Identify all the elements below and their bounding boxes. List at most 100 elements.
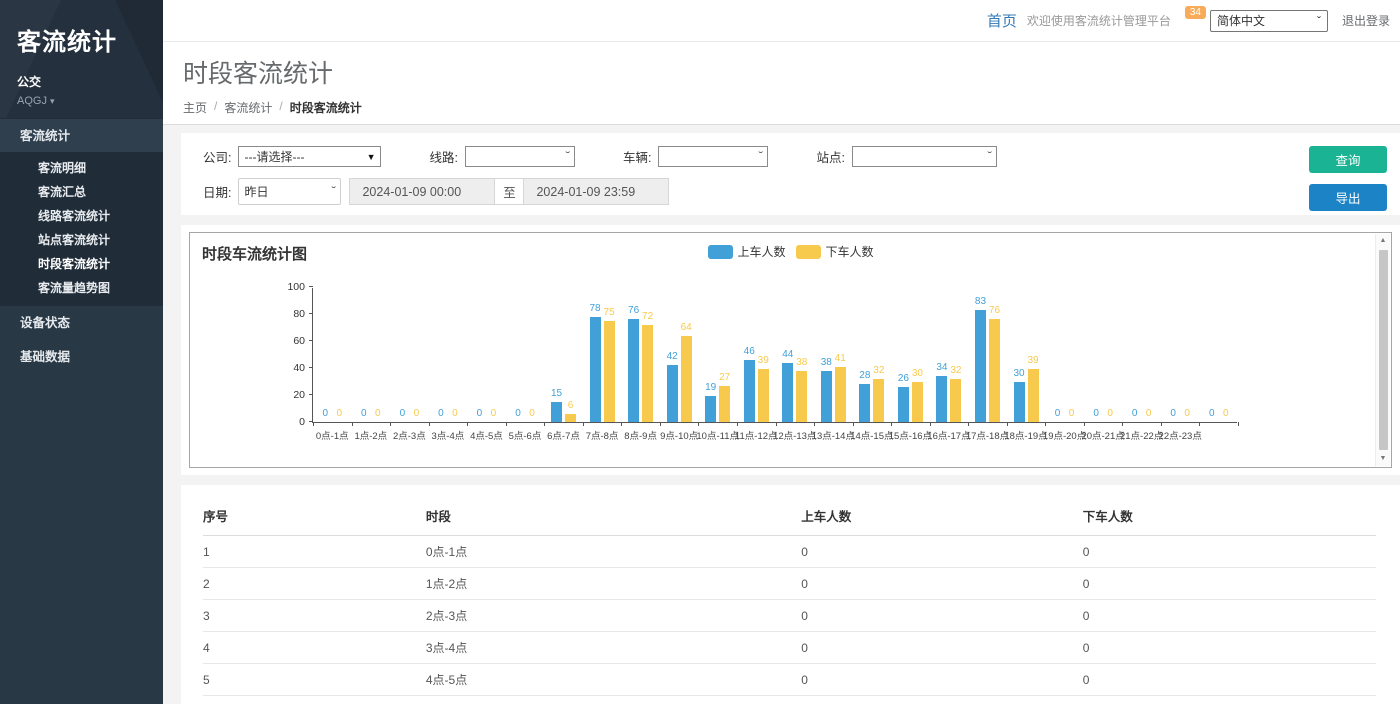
- route-select[interactable]: ˇ: [465, 146, 575, 167]
- breadcrumb: 主页 / 客流统计 / 时段客流统计: [183, 99, 1400, 116]
- search-button[interactable]: 查询: [1309, 146, 1387, 173]
- bar-boarding: [782, 363, 793, 422]
- welcome-text: 欢迎使用客流统计管理平台: [1027, 12, 1171, 29]
- caret-down-icon: ▼: [367, 152, 376, 162]
- sidebar-item-station-stats[interactable]: 站点客流统计: [0, 228, 163, 252]
- date-range-group: 2024-01-09 00:00 至 2024-01-09 23:59: [349, 178, 669, 205]
- breadcrumb-current: 时段客流统计: [290, 99, 362, 116]
- x-axis-category-label: 17点-18点: [966, 428, 1009, 442]
- breadcrumb-passenger-stats[interactable]: 客流统计: [224, 99, 272, 116]
- bar-boarding: [590, 317, 601, 422]
- x-axis-category-label: 5点-6点: [509, 428, 542, 442]
- chart-box: 时段车流统计图 上车人数下车人数 020406080100000点-1点001点…: [189, 232, 1392, 468]
- chart-legend: 上车人数下车人数: [707, 243, 873, 260]
- table-cell: 2: [203, 568, 426, 600]
- breadcrumb-home[interactable]: 主页: [183, 99, 207, 116]
- bar-alighting: [565, 414, 576, 422]
- scroll-up-icon[interactable]: ▲: [1380, 234, 1387, 248]
- user-menu[interactable]: AQGJ▾: [17, 95, 163, 107]
- x-axis-tick: [429, 422, 430, 426]
- sidebar-item-passenger-summary[interactable]: 客流汇总: [0, 180, 163, 204]
- bar-value-label: 27: [710, 372, 740, 383]
- scrollbar-thumb[interactable]: [1379, 250, 1388, 450]
- sidebar-item-passenger-detail[interactable]: 客流明细: [0, 156, 163, 180]
- chart-panel: 时段车流统计图 上车人数下车人数 020406080100000点-1点001点…: [181, 225, 1400, 475]
- date-preset-value: 昨日: [244, 183, 268, 200]
- x-axis-tick: [698, 422, 699, 426]
- x-axis-tick: [930, 422, 931, 426]
- sidebar-item-period-stats[interactable]: 时段客流统计: [0, 252, 163, 276]
- x-axis-tick: [1007, 422, 1008, 426]
- table-cell: 0: [801, 536, 1083, 568]
- station-select[interactable]: ˇ: [852, 146, 997, 167]
- vehicle-label: 车辆:: [623, 147, 651, 166]
- bar-boarding: [628, 319, 639, 422]
- x-axis-tick: [814, 422, 815, 426]
- page-title: 时段客流统计: [183, 54, 1400, 90]
- scroll-down-icon[interactable]: ▼: [1380, 452, 1387, 466]
- company-select[interactable]: ---请选择--- ▼: [238, 146, 381, 167]
- table-cell: 0: [1083, 568, 1376, 600]
- x-axis-tick: [390, 422, 391, 426]
- x-axis-category-label: 21点-22点: [1120, 428, 1163, 442]
- language-select[interactable]: 简体中文 ˇ: [1210, 10, 1328, 32]
- bar-value-label: 72: [633, 311, 663, 322]
- sidebar-item-base-data[interactable]: 基础数据: [0, 340, 163, 374]
- sidebar-item-passenger-stats[interactable]: 客流统计: [0, 118, 163, 152]
- sidebar-item-trend-chart[interactable]: 客流量趋势图: [0, 276, 163, 300]
- table-cell: 0: [1083, 632, 1376, 664]
- x-axis-category-label: 8点-9点: [624, 428, 657, 442]
- y-axis-tick-label: 0: [275, 416, 305, 428]
- date-label: 日期:: [203, 182, 231, 201]
- logout-link[interactable]: 退出登录: [1342, 12, 1390, 29]
- legend-swatch-icon: [707, 245, 732, 259]
- chart-title: 时段车流统计图: [202, 243, 307, 264]
- x-axis-tick: [891, 422, 892, 426]
- x-axis-tick: [583, 422, 584, 426]
- table-cell: 0: [1083, 536, 1376, 568]
- bar-value-label: 6: [556, 400, 586, 411]
- table-cell: 1点-2点: [426, 568, 801, 600]
- x-axis-category-label: 6点-7点: [547, 428, 580, 442]
- x-axis-category-label: 14点-15点: [850, 428, 893, 442]
- x-axis-category-label: 16点-17点: [927, 428, 970, 442]
- date-start-input[interactable]: 2024-01-09 00:00: [349, 178, 495, 205]
- sidebar-item-route-stats[interactable]: 线路客流统计: [0, 204, 163, 228]
- table-cell: 0: [1083, 664, 1376, 696]
- bar-value-label: 41: [825, 353, 855, 364]
- table-cell: 2点-3点: [426, 600, 801, 632]
- y-axis-tick-label: 100: [275, 281, 305, 293]
- main-area: 首页 欢迎使用客流统计管理平台 34 简体中文 ˇ 退出登录 时段客流统计 主页…: [163, 0, 1400, 704]
- legend-item-下车人数[interactable]: 下车人数: [796, 243, 874, 260]
- bar-value-label: 64: [671, 322, 701, 333]
- y-axis-tick-label: 40: [275, 362, 305, 374]
- bar-boarding: [821, 371, 832, 422]
- sidebar-brand: 客流统计 公交 AQGJ▾: [0, 0, 163, 118]
- y-axis-tick: [309, 286, 313, 287]
- x-axis-tick: [968, 422, 969, 426]
- vehicle-select[interactable]: ˇ: [658, 146, 768, 167]
- date-end-input[interactable]: 2024-01-09 23:59: [523, 178, 669, 205]
- bar-boarding: [898, 387, 909, 422]
- export-button[interactable]: 导出: [1309, 184, 1387, 211]
- chart-scrollbar[interactable]: ▲ ▼: [1375, 234, 1390, 466]
- legend-item-上车人数[interactable]: 上车人数: [707, 243, 785, 260]
- chevron-down-icon: ˇ: [565, 151, 570, 162]
- table-header-cell: 上车人数: [801, 497, 1083, 536]
- chevron-down-icon: ˇ: [1317, 14, 1321, 28]
- home-link[interactable]: 首页: [987, 10, 1017, 31]
- x-axis-category-label: 10点-11点: [696, 428, 739, 442]
- sidebar-item-device-status[interactable]: 设备状态: [0, 306, 163, 340]
- date-preset-select[interactable]: 昨日 ˇ: [238, 178, 341, 205]
- bar-alighting: [1028, 369, 1039, 422]
- caret-down-icon: ▾: [50, 96, 55, 106]
- bar-value-label: 0: [517, 408, 547, 419]
- bar-alighting: [873, 379, 884, 422]
- table-row: 32点-3点00: [203, 600, 1376, 632]
- table-row: 65点-6点00: [203, 696, 1376, 704]
- x-axis-tick: [506, 422, 507, 426]
- bar-alighting: [642, 325, 653, 422]
- x-axis-tick: [776, 422, 777, 426]
- bar-value-label: 76: [979, 305, 1009, 316]
- x-axis-tick: [313, 422, 314, 426]
